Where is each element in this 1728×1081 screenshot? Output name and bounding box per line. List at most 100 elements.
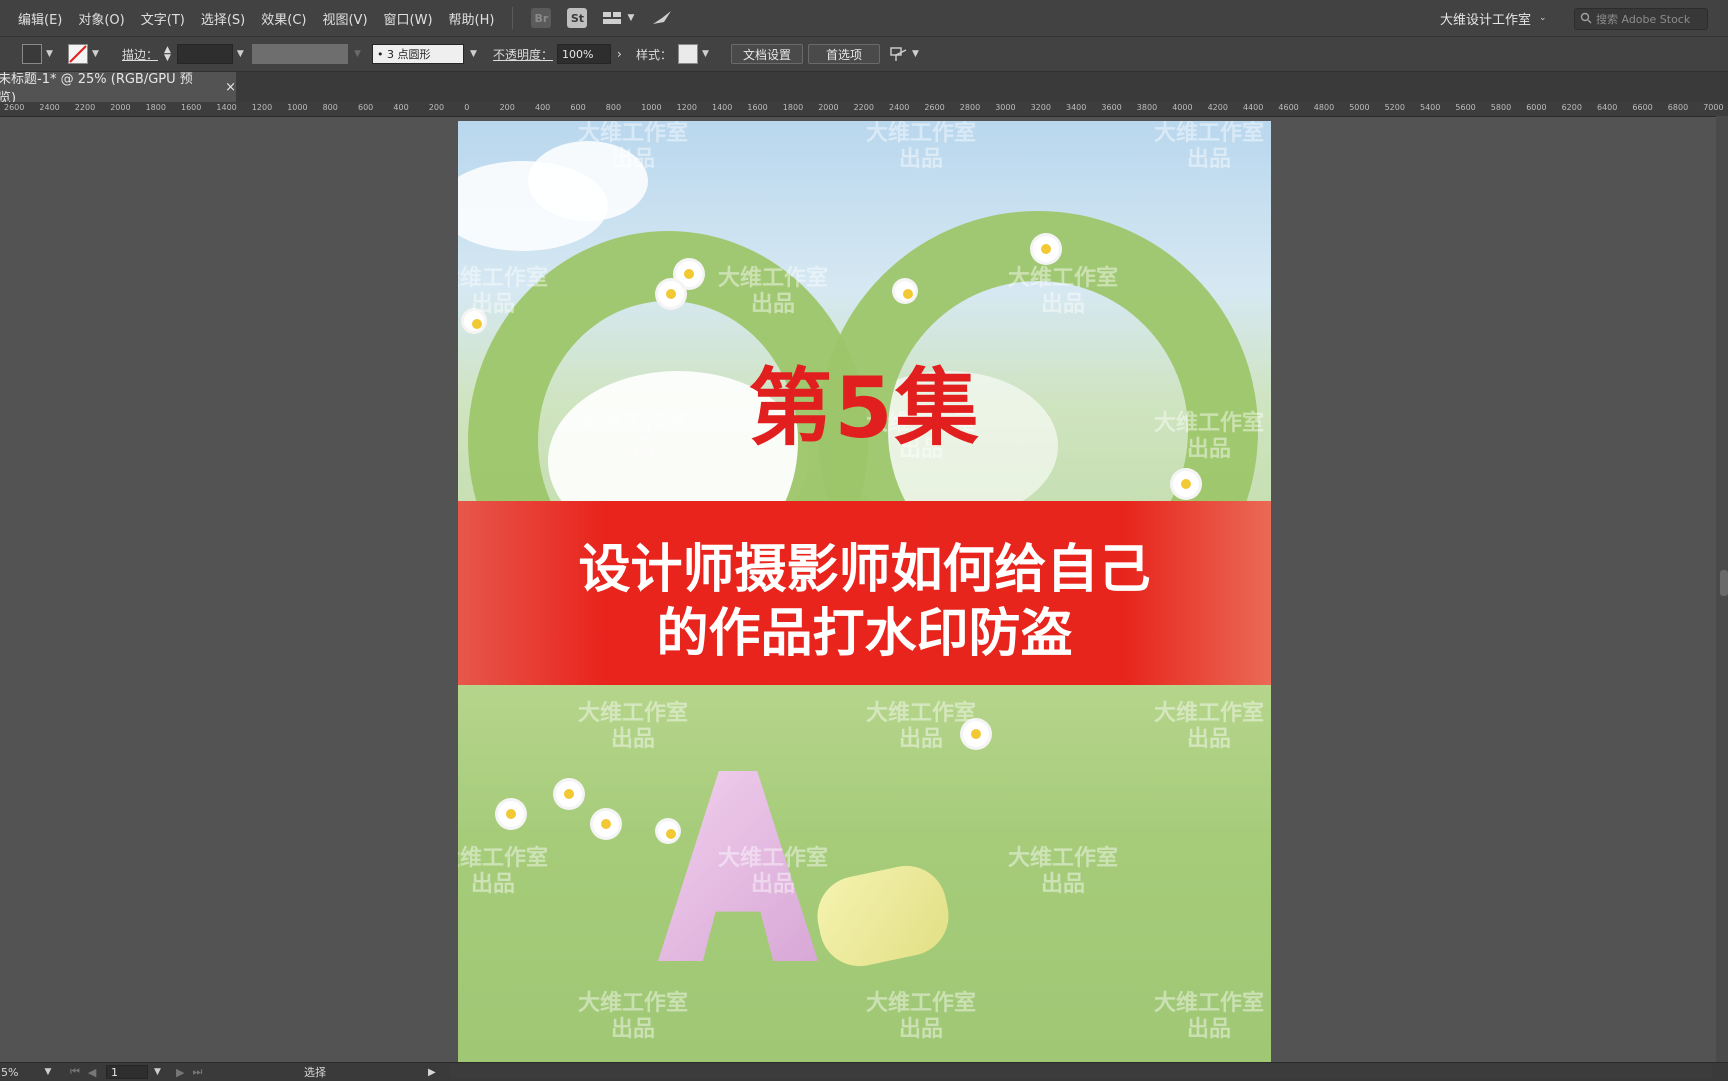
stroke-weight-field[interactable] xyxy=(176,44,233,64)
close-icon[interactable]: × xyxy=(225,80,236,95)
ruler-tick-label: 3400 xyxy=(1066,103,1087,112)
ruler-tick-label: 7000 xyxy=(1703,103,1724,112)
stock-icon[interactable]: St xyxy=(567,8,588,28)
fill-color-picker[interactable]: ▼ xyxy=(22,43,53,65)
stroke-weight-control[interactable]: ▲ ▼ ▼ xyxy=(164,43,244,65)
watermark-text: 大维工作室 出品 xyxy=(1154,701,1265,752)
ruler-tick-label: 5200 xyxy=(1384,103,1405,112)
zoom-value: 25% xyxy=(0,1065,19,1079)
opacity-field[interactable]: 100% xyxy=(557,44,612,64)
preferences-button[interactable]: 首选项 xyxy=(808,44,880,64)
width-profile-preview xyxy=(252,44,348,64)
ruler-tick-label: 5000 xyxy=(1349,103,1370,112)
watermark-text: 大维工作室 出品 xyxy=(578,701,689,752)
ruler-tick-label: 600 xyxy=(570,103,586,112)
ruler-tick-label: 1600 xyxy=(181,103,202,112)
ruler-tick-label: 2600 xyxy=(924,103,945,112)
arrange-documents-icon[interactable]: ▼ xyxy=(603,11,634,25)
ruler-tick-label: 1200 xyxy=(676,103,697,112)
next-artboard-icon[interactable]: ▶ xyxy=(176,1066,184,1079)
ruler-tick-label: 1600 xyxy=(747,103,768,112)
menu-help[interactable]: 帮助(H) xyxy=(441,9,503,28)
chevron-down-icon: ▼ xyxy=(44,1067,52,1077)
chevron-down-icon: ▼ xyxy=(154,1067,161,1077)
chevron-down-icon[interactable]: ▼ xyxy=(702,49,709,59)
stroke-color-picker[interactable]: ▼ xyxy=(68,43,99,65)
ruler-tick-label: 4600 xyxy=(1278,103,1299,112)
artboard-nav-prev[interactable]: ⏮ ◀ xyxy=(70,1065,96,1079)
last-artboard-icon[interactable]: ⏭ xyxy=(192,1065,202,1079)
arrange-icon xyxy=(890,47,907,61)
ruler-tick-label: 5400 xyxy=(1420,103,1441,112)
arrange-options[interactable]: ▼ xyxy=(890,43,919,65)
ruler-tick-label: 5800 xyxy=(1490,103,1512,112)
menu-window[interactable]: 窗口(W) xyxy=(376,9,441,28)
chevron-down-icon: ▼ xyxy=(627,13,635,23)
menu-object[interactable]: 对象(O) xyxy=(70,9,132,28)
menu-divider xyxy=(512,7,514,29)
watermark-text: 大维工作室 出品 xyxy=(1008,846,1119,897)
ruler-tick-label: 600 xyxy=(358,103,374,112)
ruler-tick-label: 6200 xyxy=(1561,103,1582,112)
chevron-down-icon[interactable]: ▼ xyxy=(237,49,244,59)
brush-definition-field[interactable]: • 3 点圆形 xyxy=(372,44,464,64)
variable-width-profile[interactable]: ▼ xyxy=(252,43,361,65)
menu-bar: 编辑(E) 对象(O) 文字(T) 选择(S) 效果(C) 视图(V) 窗口(W… xyxy=(0,0,1728,37)
ruler-tick-label: 4200 xyxy=(1207,103,1228,112)
status-menu-arrow[interactable]: ▶ xyxy=(428,1065,436,1079)
document-setup-button[interactable]: 文档设置 xyxy=(731,44,803,64)
adobe-stock-search[interactable]: 搜索 Adobe Stock xyxy=(1574,8,1708,30)
artboard-nav-next[interactable]: ▶ ⏭ xyxy=(176,1065,202,1079)
ruler-tick-label: 3200 xyxy=(1030,103,1051,112)
menu-select[interactable]: 选择(S) xyxy=(193,9,253,28)
episode-title: 第5集 xyxy=(748,359,981,457)
menu-type[interactable]: 文字(T) xyxy=(133,9,193,28)
watermark-text: 大维工作室 出品 xyxy=(1154,121,1265,172)
ruler-tick-label: 2800 xyxy=(959,103,981,112)
search-placeholder: 搜索 Adobe Stock xyxy=(1596,13,1691,26)
ruler-tick-label: 5600 xyxy=(1455,103,1476,112)
watermark-text: 大维工作室 出品 xyxy=(578,121,689,172)
ruler-tick-label: 0 xyxy=(464,103,470,112)
artboard-number-control[interactable]: 1 ▼ xyxy=(106,1065,161,1079)
brush-definition[interactable]: • 3 点圆形 ▼ xyxy=(372,43,477,65)
bridge-icon[interactable]: Br xyxy=(531,8,552,28)
style-label: 样式： xyxy=(636,47,673,62)
chevron-right-icon[interactable]: › xyxy=(617,47,622,61)
graphic-style-control: 样式： ▼ xyxy=(636,43,709,65)
menu-effect[interactable]: 效果(C) xyxy=(253,9,314,28)
document-tab-title: 未标题-1* @ 25% (RGB/GPU 预览) xyxy=(0,72,193,106)
previous-artboard-icon[interactable]: ◀ xyxy=(88,1066,96,1079)
artboard[interactable]: 大维工作室 出品 大维工作室 出品 大维工作室 出品 大维工作室 出品 大维工作室 出品… xyxy=(458,121,1271,1063)
ruler-tick-label: 3800 xyxy=(1136,103,1158,112)
document-setup-button-wrap: 文档设置 xyxy=(731,43,803,65)
first-artboard-icon[interactable]: ⏮ xyxy=(70,1065,80,1079)
chevron-down-icon: ▼ xyxy=(46,49,53,59)
ruler-tick-label: 1400 xyxy=(216,103,237,112)
chevron-down-icon: ▼ xyxy=(912,49,919,59)
ruler-tick-label: 4400 xyxy=(1243,103,1264,112)
control-bar: ▼ ▼ 描边： ▲ ▼ ▼ ▼ • 3 点圆形 ▼ 不透明度： 100% › 样式… xyxy=(0,37,1728,72)
menu-view[interactable]: 视图(V) xyxy=(314,9,375,28)
zoom-control[interactable]: 25% ▼ xyxy=(0,1065,51,1079)
ruler-tick-label: 1200 xyxy=(251,103,273,112)
ruler-tick-label: 4000 xyxy=(1172,103,1193,112)
horizontal-scrollbar[interactable] xyxy=(450,1064,1712,1078)
style-swatch[interactable] xyxy=(678,44,699,64)
menu-edit[interactable]: 编辑(E) xyxy=(10,9,70,28)
fill-swatch xyxy=(22,44,42,64)
chevron-right-icon[interactable]: ▶ xyxy=(428,1067,436,1078)
vertical-scroll-thumb[interactable] xyxy=(1720,570,1728,596)
watermark-text: 大维工作室 出品 xyxy=(1008,266,1119,317)
document-tab[interactable]: 未标题-1* @ 25% (RGB/GPU 预览) × xyxy=(0,72,236,106)
banner-title-line-2: 的作品打水印防盗 xyxy=(656,604,1073,664)
gpu-performance-icon[interactable] xyxy=(652,10,672,26)
chevron-down-icon[interactable]: ▼ xyxy=(470,49,477,59)
workspace-switcher[interactable]: 大维设计工作室 ⌄ xyxy=(1440,0,1547,36)
horizontal-ruler[interactable]: 2600 2400 2200 2000 1800 1600 1400 1200 1000 800 6… xyxy=(0,102,1728,117)
ruler-tick-label: 2000 xyxy=(110,103,131,112)
artboard-number-field[interactable]: 1 xyxy=(106,1065,148,1079)
ruler-tick-label: 1800 xyxy=(782,103,804,112)
stepper-icon[interactable]: ▲ ▼ xyxy=(164,46,171,63)
ruler-tick-label: 2200 xyxy=(853,103,874,112)
